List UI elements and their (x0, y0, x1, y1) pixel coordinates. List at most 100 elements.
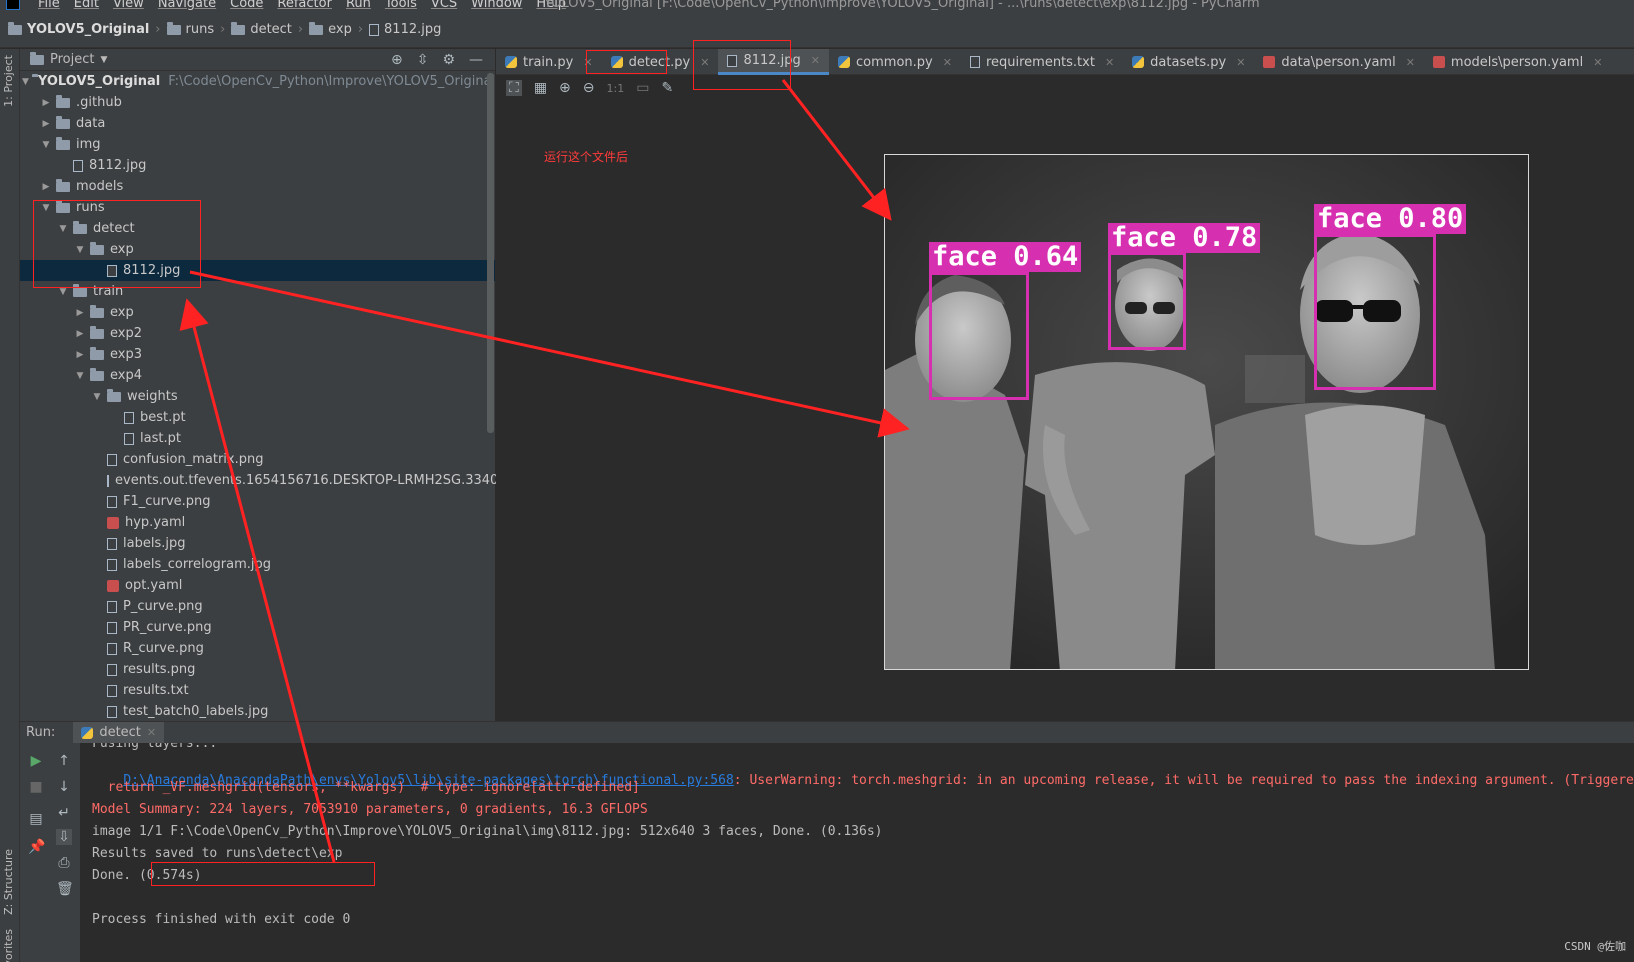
stop-icon[interactable]: ■ (28, 779, 44, 795)
hide-icon[interactable]: — (469, 52, 483, 68)
fit-window-icon[interactable]: ▭ (636, 80, 649, 96)
menu-run[interactable]: Run (346, 0, 371, 11)
tab-data-person-yaml[interactable]: data\person.yaml ✕ (1254, 49, 1424, 75)
up-arrow-icon[interactable]: ↑ (56, 753, 72, 769)
soft-wrap-icon[interactable]: ↵ (56, 805, 72, 821)
collapse-all-icon[interactable]: ⇳ (417, 52, 429, 68)
tree-item-confusion-matrix[interactable]: confusion_matrix.png (20, 449, 495, 470)
collapsed-arrow-icon[interactable]: ▶ (73, 308, 87, 318)
collapsed-arrow-icon[interactable]: ▶ (39, 119, 53, 129)
tool-tab-project[interactable]: 1: Project (2, 55, 15, 107)
expanded-arrow-icon[interactable]: ▼ (39, 140, 53, 150)
chevron-down-icon[interactable]: ▼ (100, 55, 107, 65)
close-icon[interactable]: ✕ (943, 56, 952, 69)
actual-size-button[interactable]: 1:1 (607, 82, 625, 95)
image-file-icon (107, 705, 117, 718)
tree-item-exp3[interactable]: ▶ exp3 (20, 344, 495, 365)
tab-models-person-yaml[interactable]: models\person.yaml ✕ (1424, 49, 1611, 75)
tree-item-root[interactable]: ▼ YOLOV5_Original F:\Code\OpenCv_Python\… (20, 71, 495, 92)
tree-item-pr-curve[interactable]: PR_curve.png (20, 617, 495, 638)
menu-edit[interactable]: Edit (74, 0, 99, 11)
tree-item-models[interactable]: ▶ models (20, 176, 495, 197)
run-toolbar: ▶ ↑ ■ ↓ ↵ ▤ ⇩ 📌 ⎙ 🗑 (20, 743, 80, 962)
print-icon[interactable]: ⎙ (56, 855, 72, 871)
rerun-icon[interactable]: ▶ (28, 753, 44, 769)
close-icon[interactable]: ✕ (1593, 56, 1602, 69)
close-icon[interactable]: ✕ (1236, 56, 1245, 69)
tree-item-img-8112[interactable]: 8112.jpg (20, 155, 495, 176)
collapsed-arrow-icon[interactable]: ▶ (73, 329, 87, 339)
expanded-arrow-icon[interactable]: ▼ (56, 287, 70, 297)
menu-code[interactable]: Code (230, 0, 263, 11)
tree-item-test-batch0[interactable]: test_batch0_labels.jpg (20, 701, 495, 722)
tree-item-last-pt[interactable]: last.pt (20, 428, 495, 449)
layout-icon[interactable]: ▤ (28, 811, 44, 827)
trash-icon[interactable]: 🗑 (56, 881, 74, 897)
zoom-in-icon[interactable]: ⊕ (559, 80, 571, 96)
pin-icon[interactable]: 📌 (28, 839, 45, 855)
down-arrow-icon[interactable]: ↓ (56, 779, 72, 795)
tool-tab-favorites[interactable]: 2: Favorites (2, 929, 15, 962)
tree-item-exp4[interactable]: ▼ exp4 (20, 365, 495, 386)
tree-item-github[interactable]: ▶ .github (20, 92, 495, 113)
tree-item-labels-jpg[interactable]: labels.jpg (20, 533, 495, 554)
scroll-to-end-icon[interactable]: ⇩ (56, 829, 72, 845)
tab-common-py[interactable]: common.py ✕ (829, 49, 961, 75)
breadcrumb-detect[interactable]: detect (231, 21, 292, 37)
close-icon[interactable]: ✕ (1406, 56, 1415, 69)
project-scrollbar[interactable] (487, 73, 494, 433)
fit-zoom-icon[interactable]: ⛶ (506, 80, 522, 96)
color-picker-icon[interactable]: ✎ (661, 80, 673, 96)
project-view-selector[interactable]: Project (50, 52, 94, 67)
tree-item-r-curve[interactable]: R_curve.png (20, 638, 495, 659)
gear-icon[interactable]: ⚙ (442, 52, 455, 68)
tree-item-events[interactable]: events.out.tfevents.1654156716.DESKTOP-L… (20, 470, 519, 491)
menu-view[interactable]: View (113, 0, 144, 11)
tree-item-results-png[interactable]: results.png (20, 659, 495, 680)
tree-item-f1-curve[interactable]: F1_curve.png (20, 491, 495, 512)
collapsed-arrow-icon[interactable]: ▶ (73, 350, 87, 360)
project-tree: ▼ YOLOV5_Original F:\Code\OpenCv_Python\… (20, 71, 519, 722)
tree-item-best-pt[interactable]: best.pt (20, 407, 495, 428)
menu-tools[interactable]: Tools (385, 0, 417, 11)
breadcrumb-exp[interactable]: exp (309, 21, 352, 37)
breadcrumb-label: 8112.jpg (384, 22, 442, 37)
tree-item-weights[interactable]: ▼ weights (20, 386, 495, 407)
run-config-tab[interactable]: detect ✕ (73, 721, 165, 744)
tree-item-results-txt[interactable]: results.txt (20, 680, 495, 701)
tree-item-opt-yaml[interactable]: opt.yaml (20, 575, 495, 596)
close-icon[interactable]: ✕ (811, 54, 820, 67)
locate-icon[interactable]: ⊕ (391, 52, 403, 68)
menu-refactor[interactable]: Refactor (277, 0, 332, 11)
expanded-arrow-icon[interactable]: ▼ (22, 77, 29, 87)
zoom-out-icon[interactable]: ⊖ (583, 80, 595, 96)
menu-navigate[interactable]: Navigate (158, 0, 216, 11)
collapsed-arrow-icon[interactable]: ▶ (39, 98, 53, 108)
breadcrumb-root[interactable]: YOLOV5_Original (8, 21, 149, 37)
tree-item-data[interactable]: ▶ data (20, 113, 495, 134)
expanded-arrow-icon[interactable]: ▼ (90, 392, 104, 402)
tab-datasets-py[interactable]: datasets.py ✕ (1123, 49, 1254, 75)
tree-item-img[interactable]: ▼ img (20, 134, 495, 155)
breadcrumb-label: runs (185, 22, 215, 37)
tab-requirements-txt[interactable]: requirements.txt ✕ (961, 49, 1123, 75)
expanded-arrow-icon[interactable]: ▼ (73, 371, 87, 381)
menu-file[interactable]: File (38, 0, 60, 11)
collapsed-arrow-icon[interactable]: ▶ (39, 182, 53, 192)
tree-item-exp2[interactable]: ▶ exp2 (20, 323, 495, 344)
tree-item-hyp-yaml[interactable]: hyp.yaml (20, 512, 495, 533)
image-file-icon (107, 558, 117, 571)
tree-item-labels-correlogram[interactable]: labels_correlogram.jpg (20, 554, 495, 575)
close-icon[interactable]: ✕ (1105, 56, 1114, 69)
tool-tab-structure[interactable]: Z: Structure (2, 849, 15, 915)
tab-label: data\person.yaml (1281, 54, 1396, 70)
grid-icon[interactable]: ▦ (534, 80, 547, 96)
breadcrumb-runs[interactable]: runs (166, 21, 215, 37)
breadcrumb-file[interactable]: 8112.jpg (369, 22, 441, 37)
menu-window[interactable]: Window (471, 0, 522, 11)
menu-vcs[interactable]: VCS (431, 0, 457, 11)
run-console[interactable]: Fusing layers... D:\Anaconda\AnacondaPat… (80, 743, 1634, 962)
close-icon[interactable]: ✕ (147, 726, 156, 739)
tree-item-train-exp[interactable]: ▶ exp (20, 302, 495, 323)
tree-item-p-curve[interactable]: P_curve.png (20, 596, 495, 617)
